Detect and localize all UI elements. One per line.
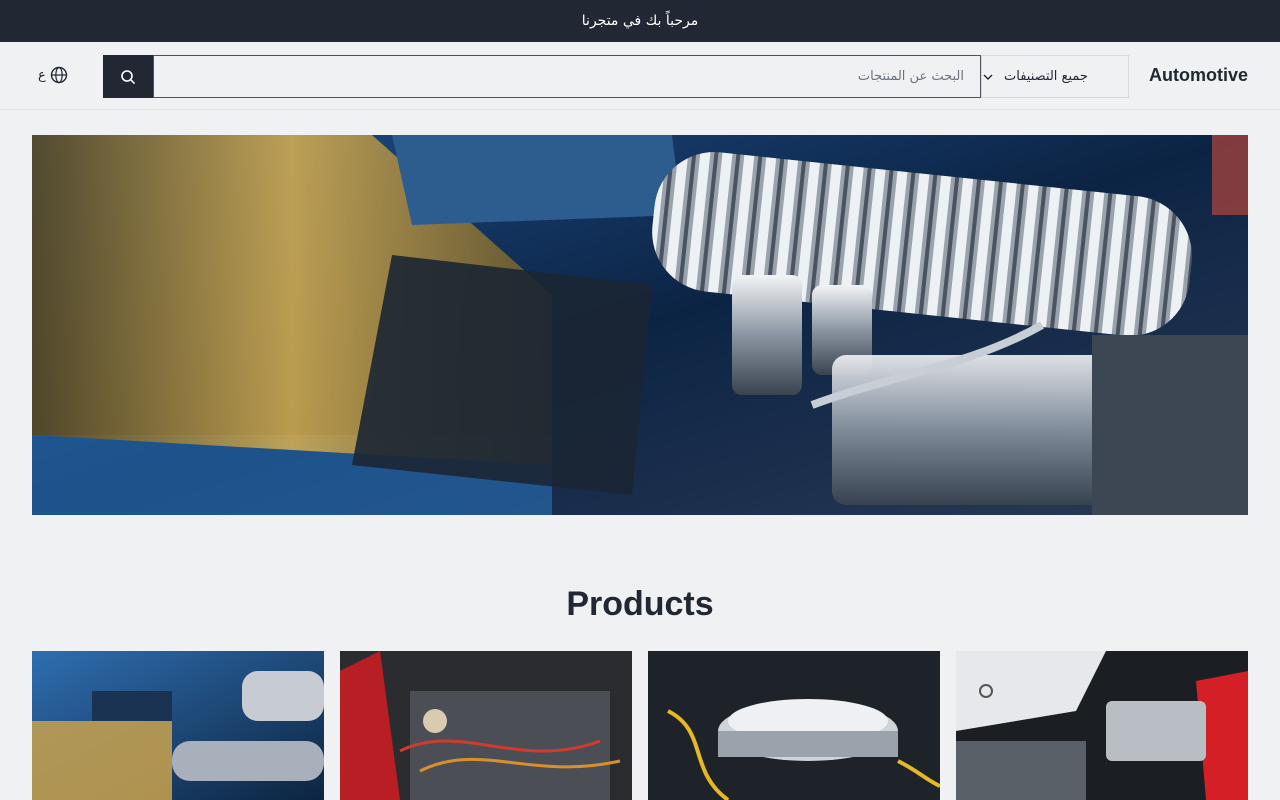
brand-logo[interactable]: Automotive: [1149, 65, 1248, 86]
hero-banner[interactable]: [32, 135, 1248, 515]
globe-icon: [50, 66, 67, 84]
language-switcher[interactable]: ع: [38, 66, 68, 84]
product-card[interactable]: [340, 651, 632, 800]
chevron-down-icon: [983, 74, 993, 80]
category-select-label: جميع التصنيفات: [1004, 69, 1088, 84]
product-card[interactable]: [648, 651, 940, 800]
search-icon: [121, 69, 135, 84]
products-heading: Products: [566, 585, 714, 623]
category-select[interactable]: جميع التصنيفات: [981, 55, 1129, 98]
product-card[interactable]: [32, 651, 324, 800]
product-image: [648, 651, 940, 800]
site-header: Automotive جميع التصنيفات ع: [0, 42, 1280, 110]
hero-engine-image: [32, 135, 1248, 515]
product-image: [340, 651, 632, 800]
search-button[interactable]: [103, 55, 153, 98]
product-card[interactable]: [956, 651, 1248, 800]
search-input[interactable]: [153, 55, 981, 98]
language-label: ع: [38, 67, 46, 83]
announcement-bar: مرحباً بك في متجرنا: [0, 0, 1280, 42]
product-image: [956, 651, 1248, 800]
announcement-text: مرحباً بك في متجرنا: [581, 13, 699, 29]
product-image: [32, 651, 324, 800]
